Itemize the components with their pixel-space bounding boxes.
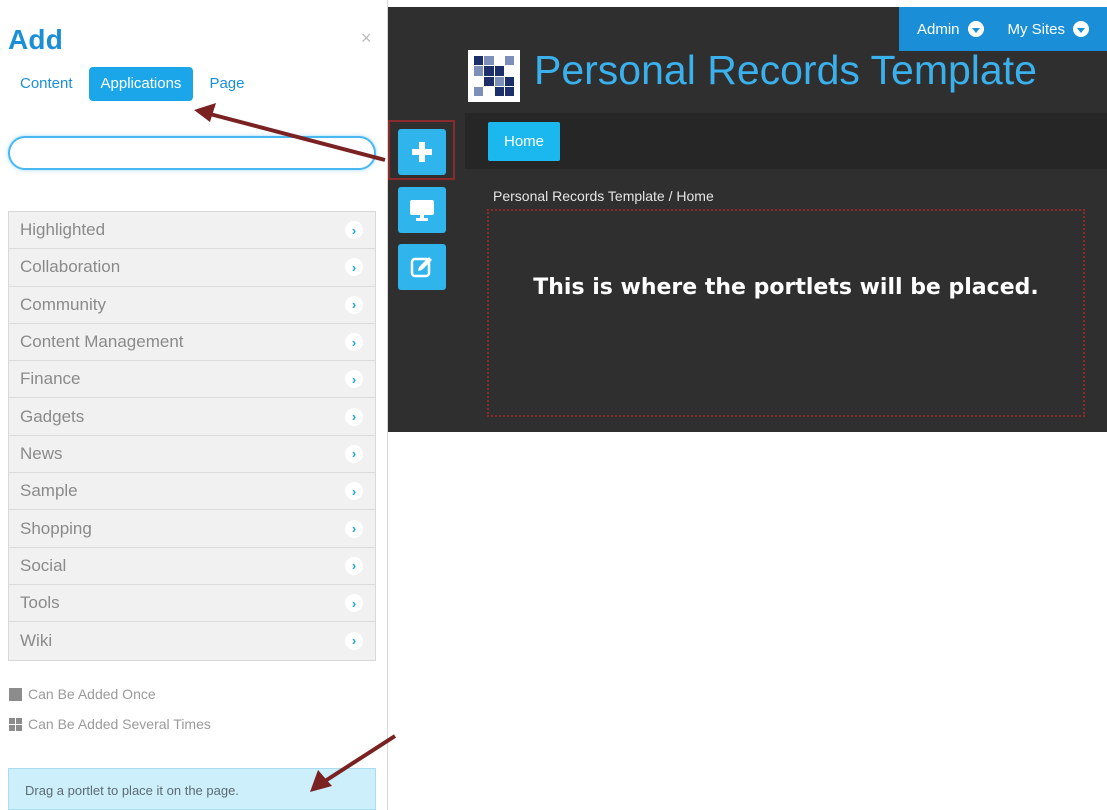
category-item-gadgets[interactable]: Gadgets › xyxy=(9,398,375,436)
add-button[interactable] xyxy=(398,129,446,175)
category-item-wiki[interactable]: Wiki › xyxy=(9,622,375,660)
plus-icon xyxy=(412,142,432,162)
chevron-right-icon: › xyxy=(345,556,363,575)
my-sites-label: My Sites xyxy=(1007,20,1065,38)
admin-menu[interactable]: Admin xyxy=(917,21,984,38)
category-item-tools[interactable]: Tools › xyxy=(9,584,375,623)
category-label: Tools xyxy=(20,593,60,613)
category-item-sample[interactable]: Sample › xyxy=(9,473,375,511)
legend-added-once: Can Be Added Once xyxy=(9,686,156,702)
category-item-finance[interactable]: Finance › xyxy=(9,361,375,399)
search-input[interactable] xyxy=(8,136,376,170)
edit-icon xyxy=(410,257,432,278)
category-label: Wiki xyxy=(20,630,53,650)
category-item-community[interactable]: Community › xyxy=(9,286,375,324)
category-label: Highlighted xyxy=(20,220,106,240)
preview-button[interactable] xyxy=(398,187,446,233)
category-label: Sample xyxy=(20,481,78,501)
portlet-placeholder-text: This is where the portlets will be place… xyxy=(533,275,1039,300)
my-sites-menu[interactable]: My Sites xyxy=(1007,21,1089,38)
category-label: Content Management xyxy=(20,332,184,352)
legend-several-label: Can Be Added Several Times xyxy=(28,716,211,732)
chevron-right-icon: › xyxy=(345,295,363,314)
chevron-right-icon: › xyxy=(345,333,363,352)
chevron-right-icon: › xyxy=(345,519,363,538)
category-item-news[interactable]: News › xyxy=(9,435,375,474)
chevron-down-icon xyxy=(1073,21,1089,37)
legend-once-label: Can Be Added Once xyxy=(28,686,156,702)
chevron-right-icon: › xyxy=(345,482,363,501)
chevron-down-icon xyxy=(967,21,984,37)
site-logo[interactable] xyxy=(468,50,520,102)
tab-content[interactable]: Content xyxy=(10,67,83,101)
category-item-collaboration[interactable]: Collaboration › xyxy=(9,249,375,287)
tab-page[interactable]: Page xyxy=(199,67,254,101)
admin-label: Admin xyxy=(916,20,960,38)
legend-added-several: Can Be Added Several Times xyxy=(9,716,211,732)
grid-squares-icon xyxy=(9,717,22,731)
chevron-right-icon: › xyxy=(345,258,363,277)
chevron-right-icon: › xyxy=(345,444,363,463)
close-icon[interactable]: × xyxy=(361,28,372,48)
chevron-right-icon: › xyxy=(345,631,363,650)
nav-item-home[interactable]: Home xyxy=(488,122,560,161)
site-navigation: Home xyxy=(465,113,1107,169)
chevron-right-icon: › xyxy=(345,407,363,426)
chevron-right-icon: › xyxy=(345,221,363,240)
category-label: Shopping xyxy=(20,518,92,538)
add-panel: Add × Content Applications Page Highligh… xyxy=(0,0,388,810)
category-label: Gadgets xyxy=(20,406,85,426)
single-square-icon xyxy=(9,687,22,701)
add-tabs: Content Applications Page xyxy=(10,67,254,101)
edit-controls-button[interactable] xyxy=(398,244,446,290)
category-item-shopping[interactable]: Shopping › xyxy=(9,510,375,548)
site-title[interactable]: Personal Records Template xyxy=(534,47,1037,94)
category-label: News xyxy=(20,443,63,463)
monitor-icon xyxy=(410,200,434,221)
chevron-right-icon: › xyxy=(345,370,363,389)
drag-hint-message: Drag a portlet to place it on the page. xyxy=(8,768,376,810)
category-label: Social xyxy=(20,555,67,575)
breadcrumb[interactable]: Personal Records Template / Home xyxy=(493,188,714,204)
category-item-highlighted[interactable]: Highlighted › xyxy=(9,212,375,250)
category-item-social[interactable]: Social › xyxy=(9,547,375,585)
site-page: Admin My Sites Personal Records Template… xyxy=(388,7,1107,432)
chevron-right-icon: › xyxy=(345,594,363,613)
tab-applications[interactable]: Applications xyxy=(88,67,194,101)
category-label: Collaboration xyxy=(20,257,121,277)
portlet-drop-zone[interactable]: This is where the portlets will be place… xyxy=(487,209,1085,417)
panel-title: Add xyxy=(8,24,64,55)
category-label: Community xyxy=(20,294,106,314)
category-label: Finance xyxy=(20,369,81,389)
category-item-content-management[interactable]: Content Management › xyxy=(9,323,375,362)
top-user-bar: Admin My Sites xyxy=(899,7,1107,51)
category-list: Highlighted › Collaboration › Community … xyxy=(8,211,376,661)
